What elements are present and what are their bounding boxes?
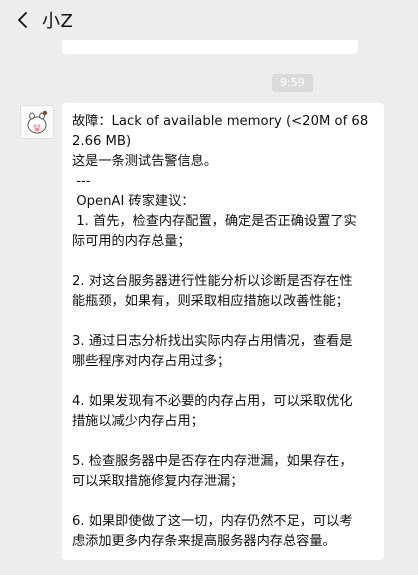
message-line [72,312,376,332]
message-line: 虑添加更多内存条来提高服务器内存总容量。 [72,534,336,549]
message-line: OpenAI 砖家建议： [72,194,195,209]
message-bubble[interactable]: 故障：Lack of available memory (<20M of 68 2… [62,103,384,560]
top-bar: 小Z [0,0,418,40]
message-line: 故障：Lack of available memory (<20M of 68 [72,114,369,129]
message-line [72,432,376,452]
message-line: --- [72,174,91,189]
message-line: 可以采取措施修复内存泄漏； [72,474,244,489]
message-timestamp: 9:59 [272,74,313,92]
message-line: 2. 对这台服务器进行性能分析以诊断是否存在性 [72,274,353,289]
cat-paw-avatar-icon [21,106,53,138]
message-line: 这是一条测试告警信息。 [72,154,218,169]
message-line: 2.66 MB) [72,134,132,149]
back-button[interactable] [6,0,40,40]
chevron-left-icon [18,12,27,28]
message-line: 1. 首先，检查内存配置，确定是否正确设置了实 [72,214,357,229]
previous-message-bubble [62,40,358,54]
chat-title: 小Z [42,11,74,32]
message-line [72,252,376,272]
message-line: 5. 检查服务器中是否存在内存泄漏，如果存在， [72,454,353,469]
message-line: 4. 如果发现有不必要的内存占用，可以采取优化 [72,394,353,409]
message-line: 能瓶颈，如果有，则采取相应措施以改善性能； [72,294,349,309]
message-line: 措施以减少内存占用； [72,414,204,429]
message-line: 3. 通过日志分析找出实际内存占用情况，查看是 [72,334,353,349]
message-line [72,492,376,512]
sender-avatar[interactable] [20,105,54,139]
message-line [72,372,376,392]
message-line: 际可用的内存总量； [72,234,191,249]
message-line: 6. 如果即使做了这一切，内存仍然不足，可以考 [72,514,353,529]
message-line: 哪些程序对内存占用过多； [72,354,231,369]
